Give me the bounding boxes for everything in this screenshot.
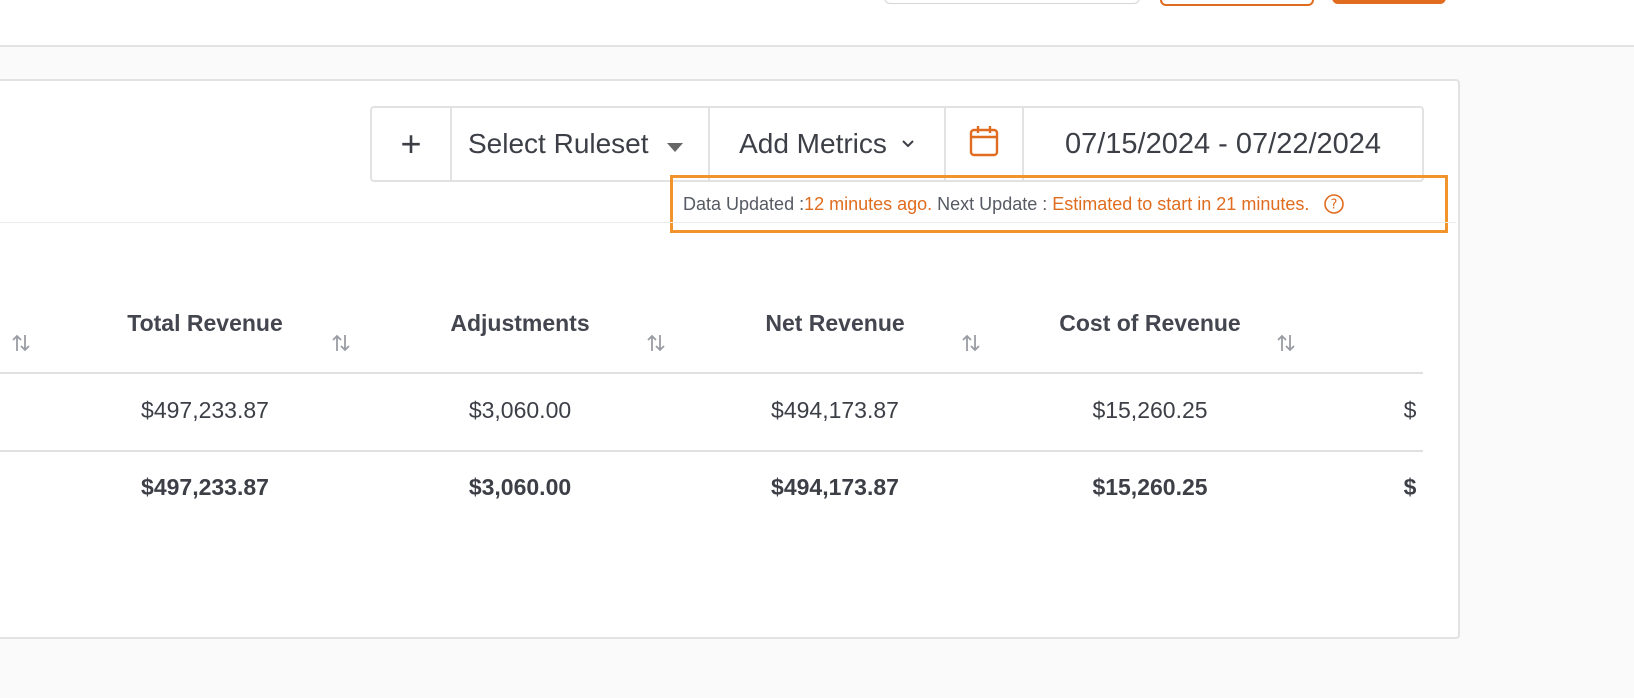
- svg-text:?: ?: [1331, 198, 1338, 213]
- calendar-button[interactable]: [946, 108, 1024, 180]
- total-cell: $3,060.00: [468, 474, 572, 500]
- total-cell: $494,173.87: [771, 474, 899, 500]
- date-range-field[interactable]: 07/15/2024 - 07/22/2024: [1024, 108, 1422, 180]
- updated-label: Data Updated :: [683, 193, 805, 214]
- table-cell: $15,260.25: [1092, 397, 1208, 423]
- total-cell: $15,260.25: [1092, 474, 1208, 500]
- row-divider: [0, 450, 1423, 452]
- top-bar: [0, 0, 1634, 47]
- header-row-divider: [0, 372, 1423, 374]
- report-toolbar: + Select Ruleset Add Metrics 07/15/2024 …: [370, 106, 1424, 182]
- top-outline-button[interactable]: [1160, 0, 1314, 6]
- revenue-table: Total Revenue Adjustments Net Revenue Co…: [0, 280, 1423, 540]
- ruleset-select[interactable]: Select Ruleset: [452, 108, 710, 180]
- table-cell: $3,060.00: [468, 397, 572, 423]
- sort-arrows-icon[interactable]: [960, 332, 982, 354]
- help-circle-icon[interactable]: ?: [1323, 193, 1345, 215]
- next-update-value: Estimated to start in 21 minutes.: [1052, 193, 1310, 214]
- section-divider: [0, 222, 1456, 223]
- sort-arrows-icon[interactable]: [330, 332, 352, 354]
- column-header-total-revenue[interactable]: Total Revenue: [75, 310, 335, 337]
- calendar-icon: [969, 125, 999, 164]
- data-update-status: Data Updated : 12 minutes ago. Next Upda…: [670, 175, 1448, 233]
- top-primary-button[interactable]: [1332, 0, 1446, 4]
- updated-value: 12 minutes ago.: [804, 193, 933, 214]
- add-button[interactable]: +: [372, 108, 452, 180]
- chevron-down-icon: [901, 139, 915, 149]
- table-cell: $494,173.87: [771, 397, 899, 423]
- caret-down-icon: [666, 142, 683, 152]
- sort-arrows-icon[interactable]: [10, 332, 32, 354]
- column-header-adjustments[interactable]: Adjustments: [390, 310, 650, 337]
- total-cell: $497,233.87: [141, 474, 269, 500]
- table-cell-partial: $: [1403, 397, 1417, 423]
- date-range-value: 07/15/2024 - 07/22/2024: [1064, 127, 1382, 160]
- top-search-input[interactable]: [884, 0, 1140, 4]
- add-metrics-dropdown[interactable]: Add Metrics: [710, 108, 946, 180]
- column-header-cost-of-revenue[interactable]: Cost of Revenue: [1020, 310, 1280, 337]
- add-metrics-label: Add Metrics: [739, 128, 887, 159]
- ruleset-select-label: Select Ruleset: [468, 128, 649, 159]
- sort-arrows-icon[interactable]: [645, 332, 667, 354]
- column-header-net-revenue[interactable]: Net Revenue: [705, 310, 965, 337]
- add-button-label: +: [400, 123, 422, 164]
- sort-arrows-icon[interactable]: [1275, 332, 1297, 354]
- table-cell: $497,233.87: [141, 397, 269, 423]
- next-update-label: Next Update :: [932, 193, 1053, 214]
- total-cell-partial: $: [1403, 474, 1417, 500]
